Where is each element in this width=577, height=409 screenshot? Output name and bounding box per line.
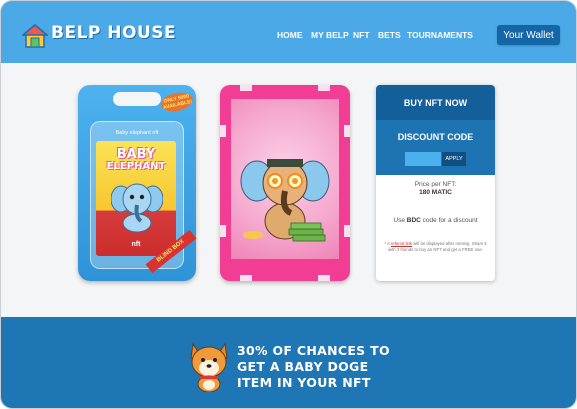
nav-tournaments[interactable]: TOURNAMENTS	[407, 30, 473, 40]
pack-title-line2: ELEPHANT	[106, 161, 166, 172]
card-notch	[220, 225, 226, 237]
pack-nft-label: nft	[131, 241, 141, 248]
discount-code-input[interactable]	[405, 152, 441, 166]
top-header: BELP HOUSE HOME MY BELP NFT BETS TOURNAM…	[1, 1, 576, 63]
purchase-panel: BUY NFT NOW DISCOUNT CODE APPLY Price pe…	[376, 85, 495, 281]
card-notch	[240, 275, 252, 281]
hint-suffix: code for a discount	[420, 217, 478, 224]
card-notch	[220, 125, 226, 137]
pack-title-line1: BABY	[116, 147, 156, 162]
shiba-doge-icon	[190, 342, 228, 392]
nav-home[interactable]: HOME	[277, 30, 303, 40]
hint-code: BDC	[406, 217, 421, 224]
card-notch	[344, 225, 350, 237]
promo-text: 30% OF CHANCES TO GET A BABY DOGE ITEM I…	[237, 343, 437, 391]
main-nav: HOME MY BELP NFT BETS TOURNAMENTS	[1, 30, 576, 44]
app-window: BELP HOUSE HOME MY BELP NFT BETS TOURNAM…	[0, 0, 577, 409]
buy-nft-button[interactable]: BUY NFT NOW	[376, 85, 495, 120]
promo-line-2: GET A BABY DOGE	[237, 359, 369, 374]
baby-elephant-icon	[111, 183, 163, 233]
referral-link[interactable]: referral link	[391, 241, 412, 246]
apply-button[interactable]: APPLY	[442, 152, 466, 166]
hint-prefix: Use	[393, 217, 407, 224]
card-notch	[318, 85, 330, 91]
promo-line-1: 30% OF CHANCES TO	[237, 343, 390, 358]
nav-my-belp[interactable]: MY BELP	[311, 30, 349, 40]
card-notch	[318, 275, 330, 281]
price-label: Price per NFT:	[414, 181, 457, 188]
nav-nft[interactable]: NFT	[353, 30, 370, 40]
discount-section: DISCOUNT CODE APPLY	[376, 120, 495, 175]
discount-hint: Use BDC code for a discount	[376, 217, 495, 224]
discount-title: DISCOUNT CODE	[397, 132, 474, 142]
pack-hanger-hole	[113, 92, 161, 106]
wallet-button[interactable]: Your Wallet	[497, 25, 560, 45]
nav-bets[interactable]: BETS	[378, 30, 401, 40]
referral-note: * A referral link will be displayed afte…	[382, 241, 489, 253]
card-notch	[344, 125, 350, 137]
pack-card-title: BABY ELEPHANT	[96, 147, 176, 173]
price-value: 180 MATIC	[419, 189, 452, 196]
pack-name: Baby elephant nft	[115, 130, 159, 136]
promo-line-3: ITEM IN YOUR NFT	[237, 375, 371, 390]
card-notch	[240, 85, 252, 91]
elephant-nft-icon	[240, 159, 330, 242]
